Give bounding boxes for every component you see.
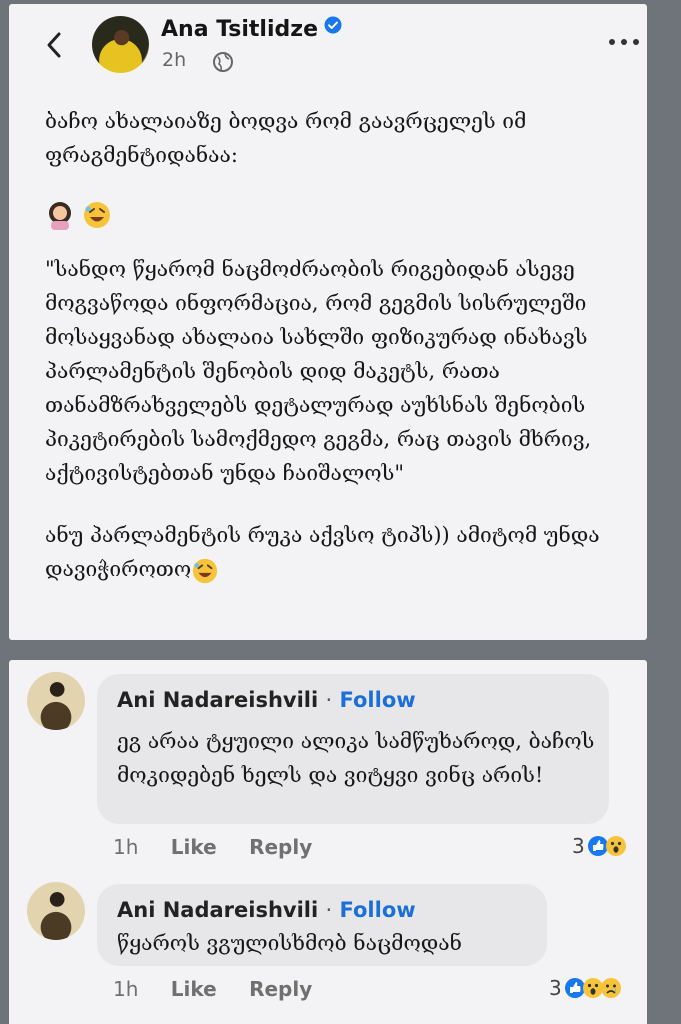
- globe-icon: [213, 52, 233, 72]
- quoted-text: "სანდო წყარომ ნაცმოძრაობის რიგებიდან ასე…: [45, 257, 592, 485]
- follow-button[interactable]: Follow: [340, 898, 416, 922]
- post-timestamp[interactable]: 2h: [162, 49, 186, 71]
- wow-reaction-icon: [605, 836, 626, 856]
- verified-badge-icon: [324, 16, 342, 34]
- comment-header: Ani Nadareishvili · Follow: [117, 898, 416, 922]
- comment-text: წყაროს ვგულისხმობ ნაცმოდან: [117, 931, 462, 955]
- post-paragraph: ბაჩო ახალაიაზე ბოდვა რომ გაავრცელეს იმ ფ…: [45, 109, 527, 167]
- reply-button[interactable]: Reply: [249, 835, 312, 859]
- reaction-summary[interactable]: 3: [549, 976, 622, 1000]
- comment-actions: 1h Like Reply: [113, 977, 338, 1001]
- comment-time[interactable]: 1h: [113, 977, 138, 1001]
- like-button[interactable]: Like: [171, 977, 217, 1001]
- rolling-laughing-emoji-icon: [83, 201, 110, 228]
- reaction-count: 3: [549, 976, 562, 1000]
- rolling-laughing-emoji-icon: [193, 558, 218, 583]
- reply-button[interactable]: Reply: [249, 977, 312, 1001]
- comments-section: Ani Nadareishvili · Follow ეგ არაა ტყუილ…: [9, 660, 647, 1024]
- avatar[interactable]: [92, 16, 149, 73]
- post-closing-text: ანუ პარლამენტის რუკა აქვსო ტიპს)) ამიტომ…: [45, 523, 600, 581]
- reaction-summary[interactable]: 3: [572, 834, 627, 858]
- post-text: ბაჩო ახალაიაზე ბოდვა რომ გაავრცელეს იმ ფ…: [45, 104, 635, 586]
- sad-reaction-icon: [600, 978, 621, 998]
- more-horizontal-icon[interactable]: [604, 30, 644, 54]
- comment-text: ეგ არაა ტყუილი ალიკა სამწუხაროდ, ბაჩოს მ…: [117, 729, 595, 787]
- commenter-avatar[interactable]: [27, 882, 85, 940]
- comment-time[interactable]: 1h: [113, 835, 138, 859]
- emoji-row: [45, 196, 635, 230]
- commenter-avatar[interactable]: [27, 672, 85, 730]
- author-name[interactable]: Ana Tsitlidze: [161, 17, 318, 42]
- separator-dot: ·: [325, 898, 333, 922]
- like-button[interactable]: Like: [171, 835, 217, 859]
- comment-header: Ani Nadareishvili · Follow: [117, 688, 416, 712]
- follow-button[interactable]: Follow: [340, 688, 416, 712]
- chevron-left-icon[interactable]: [37, 28, 71, 62]
- comment-actions: 1h Like Reply: [113, 835, 338, 859]
- post-card: Ana Tsitlidze 2h ბაჩო ახალაიაზე ბოდვა რო…: [9, 4, 647, 640]
- commenter-name[interactable]: Ani Nadareishvili: [117, 898, 318, 922]
- woman-emoji-icon: [49, 201, 71, 230]
- separator-dot: ·: [325, 688, 333, 712]
- commenter-name[interactable]: Ani Nadareishvili: [117, 688, 318, 712]
- reaction-count: 3: [572, 834, 585, 858]
- post-closing: ანუ პარლამენტის რუკა აქვსო ტიპს)) ამიტომ…: [45, 518, 635, 586]
